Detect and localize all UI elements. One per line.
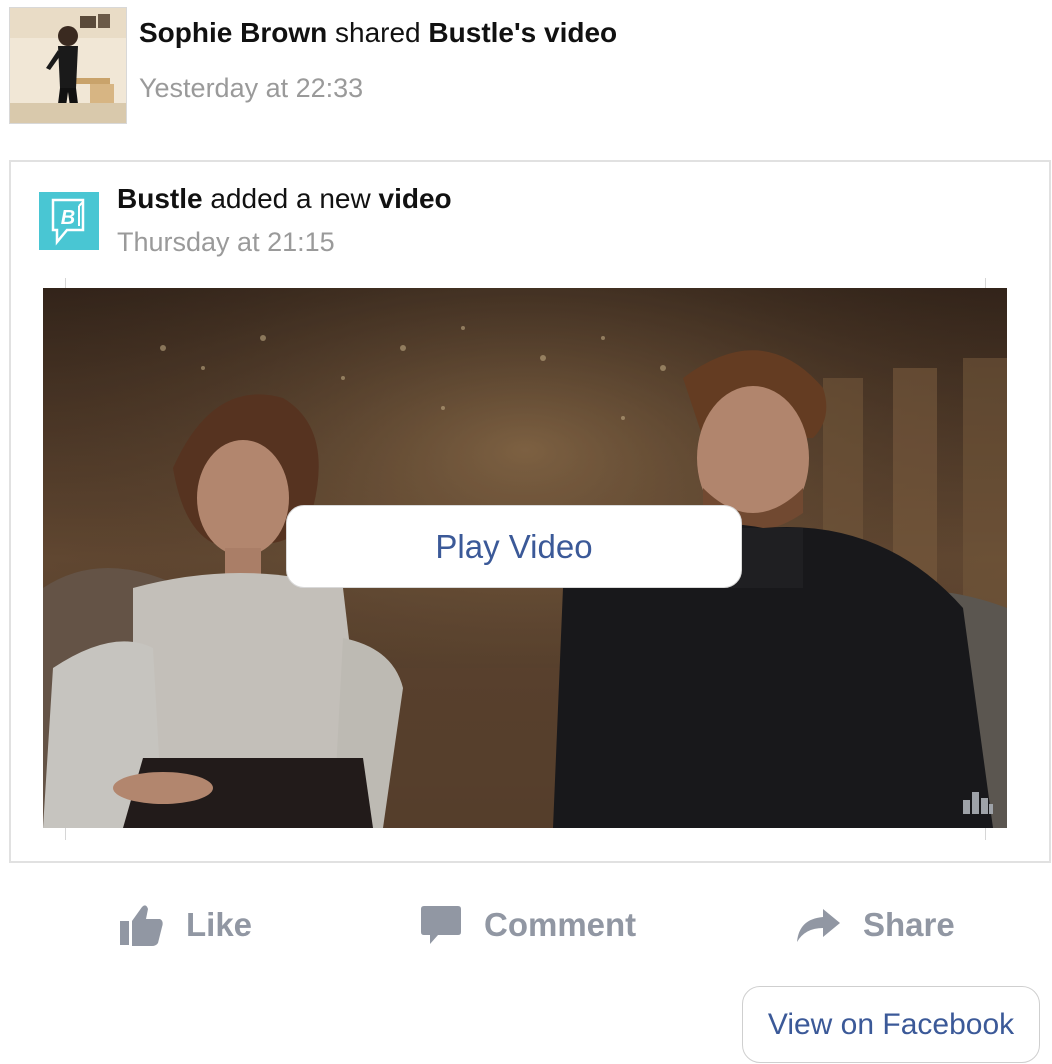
author-avatar[interactable] — [9, 7, 127, 124]
guide-line — [65, 828, 66, 840]
card-title: Bustle added a new video — [117, 180, 452, 218]
post-timestamp[interactable]: Yesterday at 22:33 — [139, 70, 363, 106]
video-player[interactable]: Play Video — [43, 288, 1007, 828]
comment-label: Comment — [484, 906, 637, 943]
view-on-facebook-button[interactable]: View on Facebook — [742, 986, 1040, 1063]
like-label: Like — [186, 906, 253, 943]
logo-letter: B — [61, 207, 75, 229]
bar-chart-icon — [963, 792, 993, 814]
post-verb: shared — [335, 17, 421, 48]
card-page-name[interactable]: Bustle — [117, 183, 203, 214]
post-title: Sophie Brown shared Bustle's video — [139, 14, 617, 52]
author-name[interactable]: Sophie Brown — [139, 17, 327, 48]
share-arrow-icon — [797, 909, 840, 942]
guide-line — [985, 828, 986, 840]
like-button[interactable]: Like — [118, 890, 252, 960]
card-object[interactable]: video — [379, 183, 452, 214]
shared-page-name[interactable]: Bustle's — [428, 17, 536, 48]
share-label: Share — [863, 906, 955, 943]
shared-card: B Bustle added a new video Thursday at 2… — [9, 160, 1051, 863]
shared-object[interactable]: video — [544, 17, 617, 48]
comment-bubble-icon — [421, 906, 461, 944]
share-button[interactable]: Share — [795, 890, 955, 960]
card-action-text: added a new — [210, 183, 371, 214]
bustle-logo[interactable]: B — [39, 192, 99, 250]
action-bar: Like Comment Share — [0, 890, 1052, 960]
comment-button[interactable]: Comment — [420, 890, 636, 960]
card-timestamp[interactable]: Thursday at 21:15 — [117, 224, 335, 260]
bustle-logo-icon: B — [39, 192, 99, 250]
avatar-photo — [10, 8, 126, 123]
play-video-button[interactable]: Play Video — [286, 505, 742, 588]
thumbs-up-icon — [120, 905, 163, 946]
